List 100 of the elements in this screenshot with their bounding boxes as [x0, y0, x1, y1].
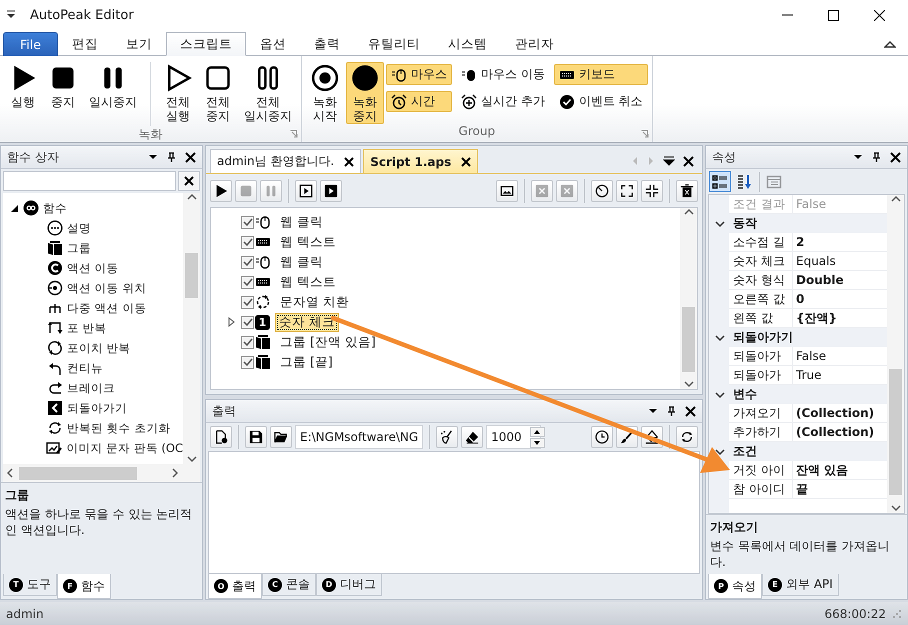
toolbar-button[interactable]	[709, 171, 731, 192]
ribbon-tab[interactable]: 출력	[300, 32, 354, 56]
script-step[interactable]: 웹 텍스트	[276, 232, 340, 252]
toolbar-button[interactable]	[676, 426, 698, 448]
scrollbar[interactable]	[3, 464, 200, 482]
clear-button[interactable]	[178, 171, 200, 191]
ribbon-button[interactable]: 시간	[386, 91, 452, 112]
expander-icon[interactable]	[10, 204, 18, 212]
panel-tab[interactable]: T 도구	[3, 574, 57, 596]
checkbox[interactable]	[241, 316, 254, 328]
toolbar-button[interactable]	[210, 426, 232, 448]
collapse-ribbon-icon[interactable]	[884, 39, 896, 49]
tree-item[interactable]: 다중 액션 이동	[67, 300, 146, 316]
dropdown-icon[interactable]	[648, 406, 658, 416]
checkbox[interactable]	[241, 256, 254, 268]
scrollbar[interactable]	[183, 193, 200, 464]
ribbon-button[interactable]: 녹화 중지	[346, 62, 384, 124]
ribbon-button[interactable]: 이벤트 취소	[554, 91, 648, 112]
scroll-thumb[interactable]	[682, 306, 695, 372]
spin-up-button[interactable]	[530, 426, 545, 436]
script-step[interactable]: 숫자 체크	[275, 312, 339, 332]
pin-icon[interactable]	[166, 152, 177, 162]
panel-tab[interactable]: C 콘솔	[262, 574, 316, 596]
ribbon-tab[interactable]: 편집	[58, 32, 112, 56]
ribbon-tab[interactable]: 보기	[112, 32, 166, 56]
chevron-icon[interactable]	[715, 448, 725, 456]
pin-icon[interactable]	[871, 152, 882, 162]
tree-item[interactable]: 이미지 문자 판독 (OC	[66, 440, 183, 456]
path-field[interactable]: E:\NGMsoftware\NG	[295, 425, 424, 449]
ribbon-button[interactable]: 마우스 이동	[456, 64, 550, 85]
toolbar-button[interactable]	[496, 180, 518, 202]
panel-tab[interactable]: E 외부 API	[762, 574, 839, 596]
dropdown-icon[interactable]	[148, 152, 158, 162]
search-field[interactable]	[3, 171, 176, 191]
script-step[interactable]: 웹 텍스트	[276, 272, 340, 292]
ribbon-tab[interactable]: 유틸리티	[354, 32, 434, 56]
document-tab[interactable]: admin님 환영합니다.	[210, 149, 362, 173]
ribbon-button[interactable]: 키보드	[554, 64, 648, 85]
ribbon-button[interactable]: 전체 실행	[159, 62, 197, 124]
script-step[interactable]: 그룹 [잔액 있음]	[276, 332, 380, 352]
toolbar-button[interactable]	[320, 180, 342, 202]
ribbon-tab[interactable]: 시스템	[434, 32, 501, 56]
script-step[interactable]: 웹 클릭	[276, 212, 327, 232]
ribbon-button[interactable]: 녹화 시작	[306, 62, 344, 124]
resize-grip-icon[interactable]	[892, 608, 902, 618]
tree-item[interactable]: 포 반복	[67, 320, 107, 336]
dropdown-icon[interactable]	[853, 152, 863, 162]
toolbar-button[interactable]	[616, 180, 638, 202]
checkbox[interactable]	[241, 216, 254, 228]
ribbon-button[interactable]: 실행	[4, 62, 42, 124]
ribbon-button[interactable]: 일시중지	[84, 62, 142, 124]
tree-item[interactable]: 액션 이동	[67, 260, 119, 276]
ribbon-button[interactable]: 전체 일시중지	[239, 62, 297, 124]
panel-tab[interactable]: P 속성	[708, 574, 762, 599]
toolbar-button[interactable]	[270, 426, 292, 448]
scroll-thumb[interactable]	[185, 252, 198, 298]
toolbar-button[interactable]	[676, 180, 698, 202]
document-tab[interactable]: Script 1.aps	[363, 149, 478, 173]
tree-item[interactable]: 브레이크	[67, 380, 115, 396]
ribbon-button[interactable]: 전체 중지	[199, 62, 237, 124]
ribbon-button[interactable]: 중지	[44, 62, 82, 124]
ribbon-button[interactable]: 실시간 추가	[456, 91, 550, 112]
ribbon-tab[interactable]: 관리자	[500, 32, 568, 56]
toolbar-button[interactable]	[295, 180, 317, 202]
scrollbar[interactable]	[887, 195, 904, 513]
toolbar-button[interactable]	[436, 426, 458, 448]
launcher-icon[interactable]	[290, 130, 298, 138]
checkbox[interactable]	[241, 336, 254, 348]
scroll-thumb[interactable]	[889, 369, 902, 495]
chevron-icon[interactable]	[715, 220, 725, 228]
file-menu-button[interactable]: File	[3, 32, 58, 56]
scroll-thumb[interactable]	[19, 466, 137, 480]
close-icon[interactable]	[185, 152, 196, 162]
ribbon-button[interactable]: 마우스	[386, 64, 452, 85]
panel-tab[interactable]: F 함수	[57, 574, 111, 599]
toolbar-button[interactable]	[641, 180, 663, 202]
tree-item[interactable]: 되돌아가기	[67, 400, 127, 416]
checkbox[interactable]	[241, 356, 254, 368]
spin-down-button[interactable]	[530, 438, 545, 448]
checkbox[interactable]	[241, 296, 254, 308]
script-step[interactable]: 그룹 [끝]	[276, 352, 337, 372]
chevron-icon[interactable]	[715, 334, 725, 342]
tree-item[interactable]: 액션 이동 위치	[67, 280, 146, 296]
script-step[interactable]: 문자열 치환	[276, 292, 353, 312]
expander-icon[interactable]	[227, 317, 236, 327]
tree-item[interactable]: 반복된 횟수 초기화	[67, 420, 170, 436]
checkbox[interactable]	[241, 276, 254, 288]
ribbon-tab[interactable]: 옵션	[246, 32, 300, 56]
chevron-icon[interactable]	[715, 390, 725, 398]
close-icon[interactable]	[344, 156, 354, 166]
tree-item[interactable]: 컨티뉴	[67, 360, 103, 376]
tree-item[interactable]: 설명	[67, 220, 91, 236]
checkbox[interactable]	[241, 236, 254, 248]
tree-item[interactable]: 그룹	[67, 240, 91, 256]
toolbar-button[interactable]	[245, 426, 267, 448]
dropdown-icon[interactable]	[663, 156, 675, 166]
toolbar-button[interactable]	[210, 180, 232, 202]
close-icon[interactable]	[685, 406, 696, 416]
pin-icon[interactable]	[666, 406, 677, 416]
ribbon-tab[interactable]: 스크립트	[166, 32, 246, 56]
